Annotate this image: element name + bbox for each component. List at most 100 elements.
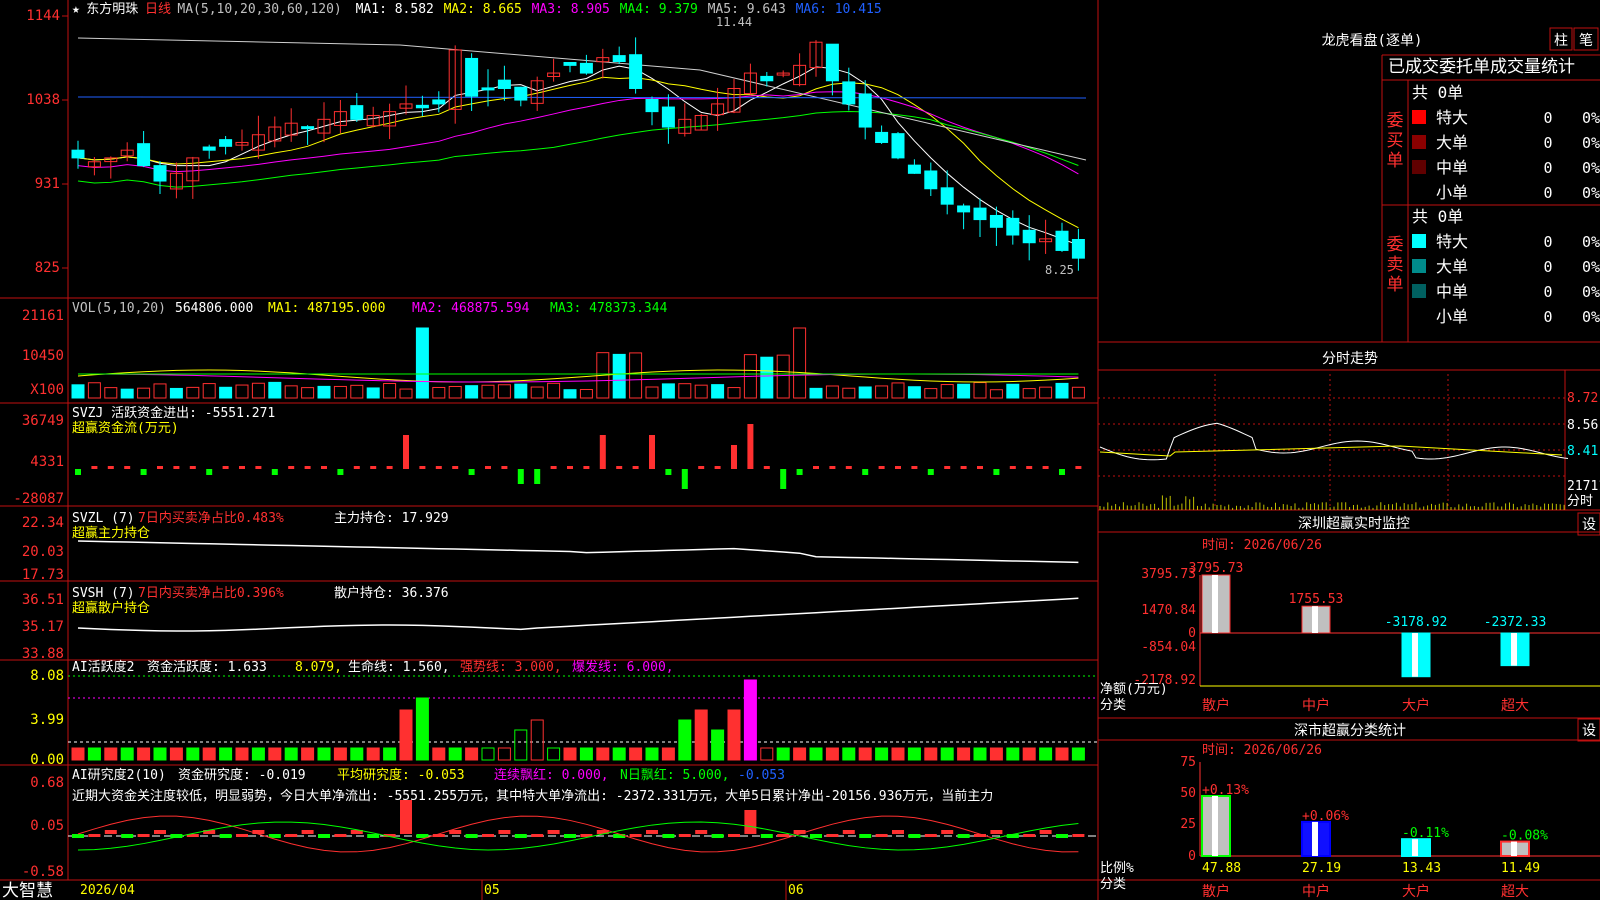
svsh-sub: 超赢散户持仓 [72, 600, 150, 616]
row-value: 0 [1543, 109, 1552, 127]
monitor-value-label: 3795.73 [1189, 561, 1244, 576]
activity-bar [989, 747, 1003, 761]
ai1-axis-label: 0.00 [30, 752, 64, 768]
volume-bar [1039, 386, 1053, 399]
fund-flow-bar [960, 466, 967, 469]
volume-bar [251, 382, 265, 399]
fund-flow-bar [468, 469, 475, 475]
ai2-comment: 近期大资金关注度较低，明显弱势，今日大单净流出: -5551.255万元，其中特… [72, 788, 993, 804]
vol-ma1-value: MA1: 487195.000 [268, 301, 385, 316]
fenshi-axis-label: 8.56 [1567, 418, 1598, 433]
research-bar [400, 800, 412, 834]
vol-axis-label: 10450 [22, 348, 64, 364]
sz-class-title: 深市超赢分类统计 [1294, 722, 1406, 739]
ma-line-6 [77, 96, 1087, 99]
size-swatch [1412, 160, 1426, 174]
fund-flow-bar [993, 469, 1000, 475]
candle-body [989, 214, 1003, 228]
candle-body [940, 187, 954, 205]
activity-bar [661, 747, 675, 761]
row-pct: 0% [1582, 184, 1600, 202]
fund-flow-bar [911, 466, 918, 469]
activity-bar [793, 747, 807, 761]
ai2-axis-label: 0.68 [30, 775, 64, 791]
activity-bar [924, 747, 938, 761]
activity-bar [776, 747, 790, 761]
fund-flow-bar [485, 466, 491, 469]
sz-monitor-time: 时间: 2026/06/26 [1202, 538, 1322, 553]
trading-terminal: ★ 东方明珠 日线 MA(5,10,20,30,60,120) MA1: 8.582 MA… [0, 0, 1600, 900]
class-xlabel: 分类 [1100, 877, 1126, 892]
svzj-axis-label: -28087 [13, 491, 64, 507]
research-bar [334, 834, 347, 837]
volume-bar [284, 385, 298, 399]
activity-bar [629, 747, 643, 761]
monitor-ylabel: 净额(万元) [1100, 682, 1168, 697]
candle-body [1006, 217, 1020, 236]
fund-flow-bar [977, 466, 983, 469]
fund-flow-bar [271, 469, 278, 475]
volume-bar [1055, 382, 1069, 399]
svzj-axis-label: 4331 [30, 454, 64, 470]
date-axis-start: 2026/04 [80, 883, 135, 898]
svzj-axis-label: 36749 [22, 413, 64, 429]
row-pct: 0% [1582, 134, 1600, 152]
date-axis-may: 05 [484, 883, 500, 898]
class-bar-highlight [1511, 841, 1517, 856]
research-bar [646, 830, 658, 834]
activity-bar [432, 747, 446, 761]
activity-bar [153, 747, 167, 761]
activity-bar [137, 747, 151, 761]
sz-class-time: 时间: 2026/06/26 [1202, 743, 1322, 758]
class-pct-label: +0.06% [1302, 809, 1349, 824]
candle-body [957, 205, 971, 213]
volume-bar [481, 384, 495, 399]
research-bar [941, 830, 954, 834]
period-label: 日线 [145, 2, 171, 17]
candle-body [514, 86, 528, 101]
ai1-label: AI活跃度2 [72, 659, 134, 675]
volume-bar [563, 389, 577, 399]
volume-bar [120, 388, 134, 399]
volume-bar [842, 387, 856, 399]
class-axis-label: 75 [1180, 755, 1196, 770]
research-bar [990, 830, 1003, 834]
row-name: 大单 [1436, 133, 1468, 152]
candle-body [497, 79, 511, 89]
fund-flow-bar [1009, 466, 1016, 469]
volume-bar [629, 352, 643, 399]
candle-body [432, 99, 446, 105]
volume-bar [793, 327, 807, 399]
fund-flow-bar [206, 469, 213, 475]
class-axis-label: 50 [1180, 786, 1196, 801]
volume-bar [924, 388, 938, 399]
row-name: 小单 [1436, 307, 1468, 326]
vol-value: 564806.000 [175, 301, 253, 316]
candle-body [153, 165, 167, 182]
fund-flow-bar [878, 466, 885, 469]
volume-bar [547, 382, 561, 399]
research-bar [301, 830, 314, 834]
fund-flow-bar [829, 466, 836, 469]
svsh-axis-label: 33.88 [22, 646, 64, 662]
price-axis-label: 825 [35, 260, 60, 276]
ai2-label: AI研究度2(10) [72, 767, 166, 783]
research-bar [367, 834, 380, 838]
row-pct: 0% [1582, 283, 1600, 301]
research-bar [711, 834, 724, 838]
row-pct: 0% [1582, 159, 1600, 177]
volume-bar [448, 385, 462, 399]
monitor-bar-highlight [1312, 606, 1318, 633]
research-bar [547, 830, 560, 834]
candle-body [612, 55, 626, 62]
fund-flow-bar [632, 466, 639, 469]
row-value: 0 [1543, 258, 1552, 276]
research-bar [154, 830, 166, 834]
research-bar [1072, 834, 1085, 837]
activity-bar [727, 709, 741, 761]
candle-body [465, 57, 479, 97]
fund-flow-bar [239, 466, 245, 469]
activity-bar [907, 747, 921, 761]
activity-bar [448, 747, 462, 761]
candle-body [1071, 238, 1085, 259]
